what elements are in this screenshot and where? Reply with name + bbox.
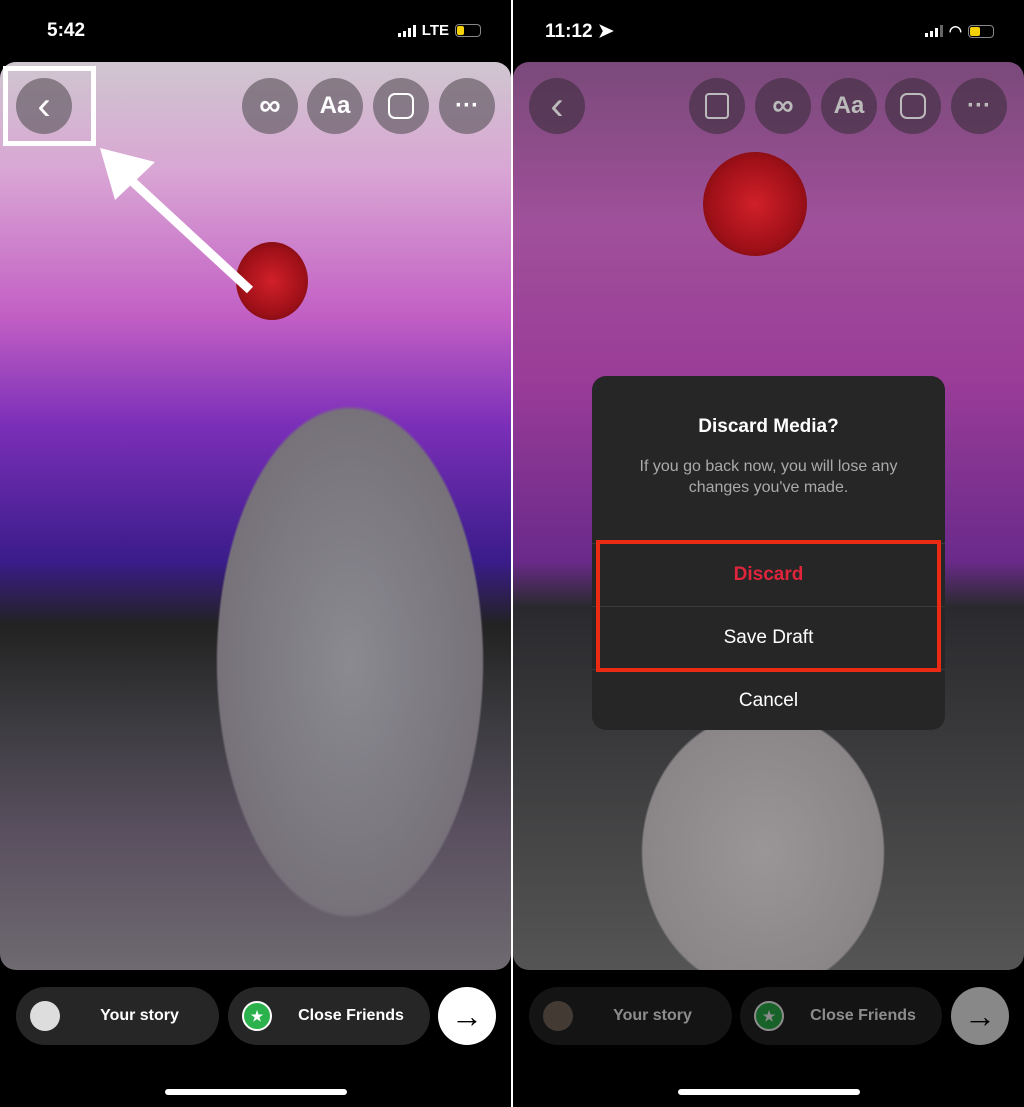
- arrow-right-icon: →: [964, 997, 996, 1034]
- mention-icon: [705, 93, 729, 119]
- more-button[interactable]: ···: [951, 78, 1007, 134]
- status-icons: ◠: [924, 22, 994, 40]
- dialog-title: Discard Media?: [698, 416, 839, 437]
- star-icon: ★: [242, 1001, 272, 1031]
- next-button[interactable]: →: [438, 987, 496, 1045]
- infinity-button[interactable]: ∞: [755, 78, 811, 134]
- avatar: [543, 1001, 573, 1031]
- more-icon: ···: [455, 92, 479, 119]
- left-screenshot: 5:42 LTE ‹ ∞ Aa ··· Your story ★ Close F…: [0, 0, 511, 1107]
- your-story-label: Your story: [100, 1007, 179, 1024]
- status-icons: LTE: [397, 22, 481, 39]
- signal-icon: [397, 24, 416, 37]
- text-button[interactable]: Aa: [307, 78, 363, 134]
- back-button-highlight: [3, 66, 96, 146]
- close-friends-label: Close Friends: [810, 1007, 916, 1024]
- dialog-message: If you go back now, you will lose any ch…: [639, 458, 898, 496]
- infinity-icon: ∞: [259, 89, 281, 122]
- your-story-button[interactable]: Your story: [16, 987, 219, 1045]
- your-story-button[interactable]: Your story: [529, 987, 732, 1045]
- cancel-button[interactable]: Cancel: [592, 669, 945, 732]
- more-button[interactable]: ···: [439, 78, 495, 134]
- your-story-label: Your story: [613, 1007, 692, 1024]
- sticker-icon: [900, 93, 926, 119]
- sticker-button[interactable]: [885, 78, 941, 134]
- battery-icon: [455, 24, 481, 37]
- arrow-right-icon: →: [451, 997, 483, 1034]
- signal-icon: [924, 25, 943, 37]
- options-highlight: [596, 540, 941, 672]
- close-friends-button[interactable]: ★ Close Friends: [228, 987, 430, 1045]
- avatar: [30, 1001, 60, 1031]
- status-time: 11:12 ➤: [545, 21, 614, 42]
- home-indicator: [677, 1089, 860, 1095]
- close-friends-button[interactable]: ★ Close Friends: [740, 987, 942, 1045]
- profile-rose-image: [703, 152, 807, 256]
- infinity-button[interactable]: ∞: [242, 78, 298, 134]
- text-icon: Aa: [833, 92, 865, 119]
- close-friends-label: Close Friends: [298, 1007, 404, 1024]
- network-label: LTE: [421, 22, 449, 39]
- text-button[interactable]: Aa: [821, 78, 877, 134]
- infinity-icon: ∞: [772, 89, 794, 122]
- location-arrow-icon: ➤: [597, 21, 614, 42]
- more-icon: ···: [967, 92, 991, 119]
- star-icon: ★: [754, 1001, 784, 1031]
- status-time: 5:42: [47, 20, 86, 41]
- sticker-icon: [388, 93, 414, 119]
- text-icon: Aa: [319, 92, 351, 119]
- right-screenshot: 11:12 ➤ ◠ ‹ ∞ Aa ··· Discard Media? If y…: [513, 0, 1024, 1107]
- sticker-button[interactable]: [373, 78, 429, 134]
- wifi-icon: ◠: [948, 23, 962, 40]
- pointer-arrow-icon: [100, 148, 254, 294]
- next-button[interactable]: →: [951, 987, 1009, 1045]
- home-indicator: [164, 1089, 347, 1095]
- battery-charging-icon: [968, 24, 994, 38]
- mention-button[interactable]: [689, 78, 745, 134]
- chevron-left-icon: ‹: [550, 83, 564, 128]
- back-button[interactable]: ‹: [529, 78, 585, 134]
